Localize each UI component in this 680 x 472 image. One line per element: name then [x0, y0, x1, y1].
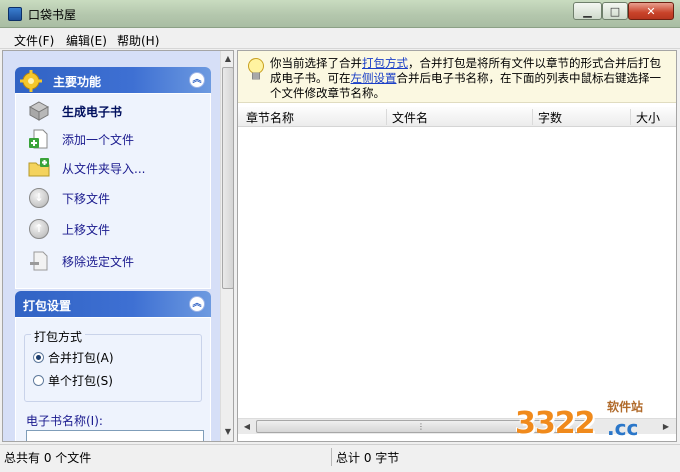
ebook-name-label: 电子书名称(I):: [26, 414, 103, 428]
column-size[interactable]: 大小: [631, 109, 676, 125]
task-label: 生成电子书: [62, 104, 123, 119]
task-generate-ebook[interactable]: 生成电子书: [28, 98, 122, 124]
collapse-main-icon[interactable]: ︽: [189, 72, 205, 88]
table-header: 章节名称 文件名 字数 大小: [238, 107, 676, 127]
left-settings-link[interactable]: 左侧设置: [351, 71, 397, 85]
status-bar: 总共有 0 个文件 总计 0 字节: [0, 444, 680, 472]
gear-icon: [20, 70, 42, 92]
info-text: 你当前选择了合并打包方式，合并打包是将所有文件以章节的形式合并后打包成电子书。可…: [270, 56, 670, 101]
task-label: 下移文件: [62, 191, 111, 206]
radio-merge-pack[interactable]: 合并打包(A): [33, 349, 114, 366]
task-label: 从文件夹导入...: [62, 161, 146, 176]
column-chapter-name[interactable]: 章节名称: [241, 109, 387, 125]
radio-dot-icon: [33, 375, 44, 386]
remove-file-icon: [28, 250, 50, 272]
status-byte-total: 总计 0 字节: [336, 451, 400, 465]
scroll-right-icon[interactable]: ▶: [659, 420, 673, 434]
column-word-count[interactable]: 字数: [533, 109, 631, 125]
pack-settings-title: 打包设置: [23, 299, 72, 313]
arrow-up-icon: ↑: [28, 218, 50, 240]
task-move-down[interactable]: ↓ 下移文件: [28, 185, 110, 211]
task-label: 上移文件: [62, 222, 111, 237]
task-pane: 主要功能 ︽ 生成电子书 添加一个文件 从文件夹导入... ↓ 下移文件 ↑ 上…: [2, 50, 234, 442]
task-label: 移除选定文件: [62, 254, 135, 269]
app-book-icon: [8, 7, 22, 21]
chapter-panel: 你当前选择了合并打包方式，合并打包是将所有文件以章节的形式合并后打包成电子书。可…: [237, 50, 677, 442]
pack-settings-header[interactable]: 打包设置 ︽: [15, 291, 211, 317]
task-remove-file[interactable]: 移除选定文件: [28, 248, 134, 274]
radio-single-pack[interactable]: 单个打包(S): [33, 372, 113, 389]
scroll-up-icon[interactable]: ▲: [222, 52, 233, 66]
maximize-button[interactable]: □: [602, 2, 628, 20]
task-move-up[interactable]: ↑ 上移文件: [28, 216, 110, 242]
status-file-count: 总共有 0 个文件: [4, 451, 92, 465]
window-title: 口袋书屋: [28, 8, 77, 22]
watermark-top: 软件站: [607, 400, 644, 414]
main-functions-group: 生成电子书 添加一个文件 从文件夹导入... ↓ 下移文件 ↑ 上移文件 移除选…: [15, 93, 211, 289]
watermark-logo: 软件站 3322 .cc: [515, 398, 655, 448]
main-functions-header[interactable]: 主要功能 ︽: [15, 67, 211, 93]
book-box-icon: [28, 100, 50, 122]
arrow-down-icon: ↓: [28, 187, 50, 209]
scroll-thumb[interactable]: [222, 67, 233, 289]
radio-dot-icon: [33, 352, 44, 363]
minimize-button[interactable]: ▁: [573, 2, 602, 20]
close-button[interactable]: ✕: [628, 2, 674, 20]
task-pane-content: 主要功能 ︽ 生成电子书 添加一个文件 从文件夹导入... ↓ 下移文件 ↑ 上…: [3, 51, 220, 441]
pack-mode-label: 打包方式: [31, 328, 86, 345]
app-window: 口袋书屋 ▁ □ ✕ 文件(F) 编辑(E) 帮助(H) 主要功能 ︽ 生成电子…: [0, 0, 680, 472]
watermark-suffix: .cc: [607, 416, 639, 440]
menu-edit[interactable]: 编辑(E): [66, 32, 107, 49]
task-label: 添加一个文件: [62, 132, 135, 147]
title-bar: 口袋书屋 ▁ □ ✕: [0, 0, 680, 28]
status-divider: [331, 448, 332, 466]
collapse-pack-icon[interactable]: ︽: [189, 296, 205, 312]
ebook-name-input[interactable]: [26, 430, 204, 441]
main-functions-title: 主要功能: [53, 75, 102, 89]
watermark-main: 3322: [515, 406, 595, 441]
menu-file[interactable]: 文件(F): [14, 32, 54, 49]
menu-help[interactable]: 帮助(H): [117, 32, 159, 49]
task-import-folder[interactable]: 从文件夹导入...: [28, 155, 145, 181]
radio-merge-label: 合并打包(A): [48, 351, 114, 365]
task-add-file[interactable]: 添加一个文件: [28, 126, 134, 152]
pack-mode-fieldset: 打包方式 合并打包(A) 单个打包(S): [24, 328, 202, 402]
pack-mode-link[interactable]: 打包方式: [362, 56, 408, 70]
info-banner: 你当前选择了合并打包方式，合并打包是将所有文件以章节的形式合并后打包成电子书。可…: [238, 51, 676, 103]
menu-bar: 文件(F) 编辑(E) 帮助(H): [0, 29, 680, 49]
task-pane-scrollbar[interactable]: ▲ ▼: [220, 51, 233, 441]
pack-settings-group: 打包方式 合并打包(A) 单个打包(S) 电子书名称(I):: [15, 317, 211, 441]
column-file-name[interactable]: 文件名: [387, 109, 533, 125]
radio-single-label: 单个打包(S): [48, 374, 113, 388]
scroll-down-icon[interactable]: ▼: [222, 425, 233, 439]
add-file-icon: [28, 128, 50, 150]
info-part: 你当前选择了合并: [270, 56, 362, 70]
scroll-left-icon[interactable]: ◀: [240, 420, 254, 434]
folder-import-icon: [28, 157, 50, 179]
lightbulb-icon: [248, 58, 264, 80]
